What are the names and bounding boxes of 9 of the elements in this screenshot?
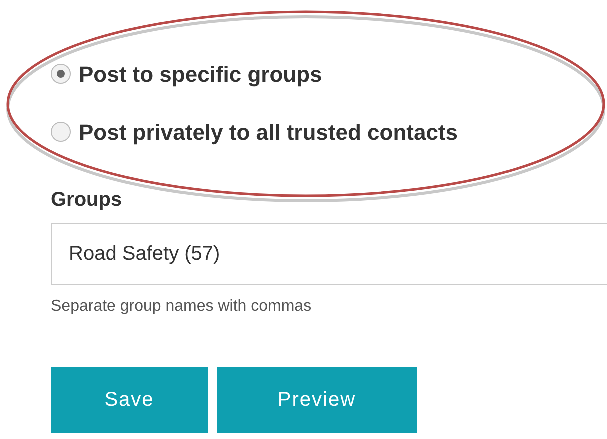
field-hint: Separate group names with commas [51, 297, 313, 317]
groups-field[interactable]: Road Safety (57) [51, 223, 607, 285]
radio-button[interactable] [51, 64, 71, 84]
radio-button[interactable] [51, 122, 71, 142]
form-button[interactable]: Preview [217, 367, 417, 433]
form-button[interactable]: Save [51, 367, 208, 433]
radio-label: Post privately to all trusted contacts [79, 118, 458, 147]
field-label: Groups [51, 188, 124, 212]
radio-label: Post to specific groups [79, 60, 322, 89]
